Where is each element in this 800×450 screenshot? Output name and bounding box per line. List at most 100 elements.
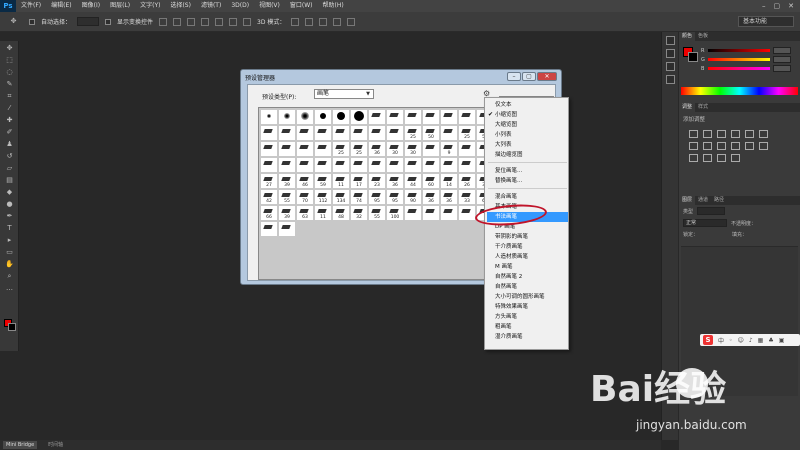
brush-preset-cell[interactable] <box>315 126 331 140</box>
brush-preset-cell[interactable]: 90 <box>405 190 421 204</box>
emoji-icon[interactable]: ☺ <box>738 337 744 344</box>
zoom-icon[interactable]: ⌕ <box>3 272 16 281</box>
exposure-icon[interactable] <box>731 130 740 138</box>
scale-3d-icon[interactable] <box>347 17 356 26</box>
brush-preset-cell[interactable]: 112 <box>315 190 331 204</box>
brush-preset-cell[interactable] <box>279 126 295 140</box>
marquee-icon[interactable]: ⬚ <box>3 56 16 65</box>
quick-select-icon[interactable]: ✎ <box>3 80 16 89</box>
shape-icon[interactable]: ▭ <box>3 248 16 257</box>
brush-preset-cell[interactable]: 9 <box>441 142 457 156</box>
menu-small-list[interactable]: 小列表 <box>495 130 569 140</box>
red-value[interactable] <box>773 47 791 54</box>
minimize-icon[interactable]: – <box>762 2 766 10</box>
pen-icon[interactable]: ✒ <box>3 212 16 221</box>
crop-icon[interactable]: ⌗ <box>3 92 16 101</box>
invert-icon[interactable] <box>759 142 768 150</box>
brush-preset-cell[interactable] <box>369 126 385 140</box>
brush-preset-cell[interactable] <box>279 222 295 236</box>
brush-preset-cell[interactable]: 55 <box>279 190 295 204</box>
menu-window[interactable]: 窗口(W) <box>285 0 318 12</box>
align-middle-icon[interactable] <box>173 17 182 26</box>
align-right-icon[interactable] <box>229 17 238 26</box>
maximize-icon[interactable]: ▢ <box>774 2 781 10</box>
brush-preset-cell[interactable]: 39 <box>279 206 295 220</box>
microphone-icon[interactable]: ♪ <box>749 337 753 344</box>
dialog-minimize-button[interactable]: – <box>507 72 521 81</box>
menu-help[interactable]: 帮助(H) <box>318 0 349 12</box>
brush-preset-cell[interactable]: 42 <box>261 190 277 204</box>
menu-special-effect-brushes[interactable]: 特殊效果画笔 <box>495 302 569 312</box>
workspace-switcher[interactable]: 基本功能 <box>738 16 794 27</box>
brush-preset-cell[interactable] <box>441 110 457 124</box>
tab-channels[interactable]: 通道 <box>695 196 711 205</box>
preset-type-select[interactable]: 画笔 ▼ <box>314 89 374 99</box>
color-spectrum[interactable] <box>681 87 798 95</box>
tab-layers[interactable]: 图层 <box>679 196 696 205</box>
brush-preset-cell[interactable] <box>459 110 475 124</box>
brush-preset-grid[interactable]: 2550255025253630309273946591117233644601… <box>258 107 496 280</box>
menu-dry-media-brushes[interactable]: 干介质画笔 <box>495 242 569 252</box>
brush-preset-cell[interactable] <box>351 110 367 124</box>
brush-preset-cell[interactable]: 36 <box>387 174 403 188</box>
menu-natural-brushes-2[interactable]: 自然画笔 2 <box>495 272 569 282</box>
brush-preset-cell[interactable] <box>315 158 331 172</box>
dialog-maximize-button[interactable]: ▢ <box>522 72 536 81</box>
menu-wet-media-brushes[interactable]: 湿介质画笔 <box>495 332 569 342</box>
tab-timeline[interactable]: 时间轴 <box>45 441 66 449</box>
brush-preset-cell[interactable] <box>351 126 367 140</box>
channel-mixer-icon[interactable] <box>731 142 740 150</box>
menu-stroke-thumbnail[interactable]: 描边缩览图 <box>495 150 569 160</box>
brush-preset-cell[interactable]: 50 <box>423 126 439 140</box>
brush-preset-cell[interactable]: 66 <box>261 206 277 220</box>
menu-thick-heavy-brushes[interactable]: 粗画笔 <box>495 322 569 332</box>
show-transform-checkbox[interactable] <box>105 18 112 25</box>
brush-preset-cell[interactable]: 17 <box>351 174 367 188</box>
curves-icon[interactable] <box>717 130 726 138</box>
brush-preset-cell[interactable] <box>423 110 439 124</box>
brush-preset-cell[interactable] <box>423 206 439 220</box>
properties-icon[interactable] <box>665 62 675 71</box>
path-select-icon[interactable]: ▸ <box>3 236 16 245</box>
brush-preset-cell[interactable] <box>261 142 277 156</box>
brush-preset-cell[interactable] <box>297 126 313 140</box>
tab-mini-bridge[interactable]: Mini Bridge <box>3 441 38 449</box>
pan-3d-icon[interactable] <box>319 17 328 26</box>
brush-preset-cell[interactable] <box>441 158 457 172</box>
brush-preset-cell[interactable] <box>297 110 313 124</box>
brush-preset-cell[interactable]: 59 <box>315 174 331 188</box>
brush-preset-cell[interactable]: 36 <box>423 190 439 204</box>
align-top-icon[interactable] <box>159 17 168 26</box>
close-icon[interactable]: ✕ <box>788 2 794 10</box>
brush-preset-cell[interactable] <box>261 126 277 140</box>
menu-view[interactable]: 视图(V) <box>254 0 285 12</box>
brush-preset-cell[interactable]: 46 <box>297 174 313 188</box>
brush-preset-cell[interactable] <box>279 158 295 172</box>
color-lookup-icon[interactable] <box>745 142 754 150</box>
menu-select[interactable]: 选择(S) <box>165 0 196 12</box>
brush-preset-cell[interactable]: 33 <box>459 190 475 204</box>
keyboard-icon[interactable]: ▦ <box>758 337 764 344</box>
threshold-icon[interactable] <box>703 154 712 162</box>
menu-large-thumbnail[interactable]: 大缩览图 <box>495 120 569 130</box>
blur-icon[interactable]: ◆ <box>3 188 16 197</box>
tab-styles[interactable]: 样式 <box>695 103 711 112</box>
brush-preset-cell[interactable] <box>297 158 313 172</box>
brush-preset-cell[interactable] <box>297 142 313 156</box>
brush-preset-cell[interactable]: 25 <box>333 142 349 156</box>
brush-preset-cell[interactable]: 14 <box>441 174 457 188</box>
red-slider[interactable]: R <box>679 46 800 55</box>
posterize-icon[interactable] <box>689 154 698 162</box>
brush-preset-cell[interactable]: 134 <box>333 190 349 204</box>
brush-preset-cell[interactable]: 70 <box>297 190 313 204</box>
brush-preset-cell[interactable]: 36 <box>369 142 385 156</box>
lasso-icon[interactable]: ◌ <box>3 68 16 77</box>
brush-preset-cell[interactable] <box>369 110 385 124</box>
menu-type[interactable]: 文字(Y) <box>135 0 165 12</box>
healing-icon[interactable]: ✚ <box>3 116 16 125</box>
photo-filter-icon[interactable] <box>717 142 726 150</box>
distribute-icon[interactable] <box>243 17 252 26</box>
roll-3d-icon[interactable] <box>305 17 314 26</box>
levels-icon[interactable] <box>703 130 712 138</box>
brush-preset-cell[interactable] <box>387 110 403 124</box>
